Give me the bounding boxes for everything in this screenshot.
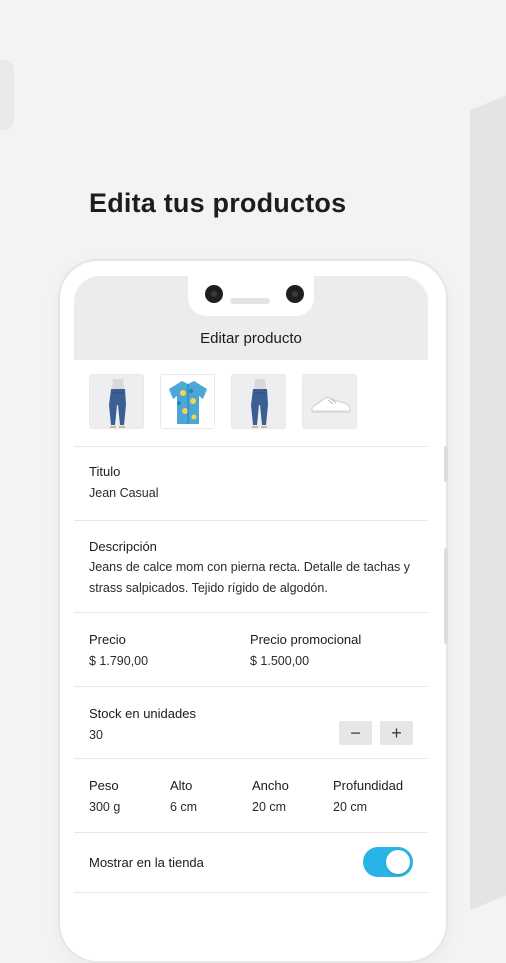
phone-notch <box>188 276 314 316</box>
jeans-photo-icon <box>90 375 143 428</box>
width-value[interactable]: 20 cm <box>252 800 286 814</box>
stock-label: Stock en unidades <box>89 706 196 721</box>
phone-volume-button <box>444 548 448 644</box>
shirt-photo-icon <box>161 375 214 428</box>
camera-icon <box>286 285 304 303</box>
stock-section: Stock en unidades 30 − + <box>74 686 428 759</box>
jeans-photo-icon <box>232 375 285 428</box>
height-label: Alto <box>170 778 193 793</box>
title-field[interactable]: Titulo Jean Casual <box>74 446 428 521</box>
height-value[interactable]: 6 cm <box>170 800 197 814</box>
product-photo-shirt[interactable] <box>160 374 215 429</box>
show-in-store-row: Mostrar en la tienda <box>74 832 428 893</box>
product-photo-jeans[interactable] <box>89 374 144 429</box>
phone-screen: Editar producto Titulo Jean Casual Descr… <box>74 276 428 916</box>
stock-increase-button[interactable]: + <box>380 721 413 745</box>
product-gallery <box>74 360 428 447</box>
app-header: Editar producto <box>74 276 428 360</box>
screen-title: Editar producto <box>200 330 302 347</box>
weight-label: Peso <box>89 778 119 793</box>
price-section: Precio $ 1.790,00 Precio promocional $ 1… <box>74 612 428 687</box>
background-shape-left <box>0 60 14 130</box>
depth-label: Profundidad <box>333 778 404 793</box>
title-value[interactable]: Jean Casual <box>89 486 159 500</box>
description-label: Descripción <box>89 539 157 554</box>
stock-value[interactable]: 30 <box>89 728 103 742</box>
product-photo-sneaker[interactable] <box>302 374 357 429</box>
show-in-store-label: Mostrar en la tienda <box>89 855 204 870</box>
promo-price-value[interactable]: $ 1.500,00 <box>250 654 309 668</box>
show-in-store-toggle[interactable] <box>363 847 413 877</box>
dimensions-section: Peso 300 g Alto 6 cm Ancho 20 cm Profund… <box>74 758 428 833</box>
stock-decrease-button[interactable]: − <box>339 721 372 745</box>
camera-icon <box>205 285 223 303</box>
background-shape <box>470 85 506 910</box>
price-value[interactable]: $ 1.790,00 <box>89 654 148 668</box>
depth-value[interactable]: 20 cm <box>333 800 367 814</box>
width-label: Ancho <box>252 778 289 793</box>
price-label: Precio <box>89 632 126 647</box>
weight-value[interactable]: 300 g <box>89 800 120 814</box>
promo-price-label: Precio promocional <box>250 632 362 647</box>
page-headline: Edita tus productos <box>89 188 347 218</box>
sneaker-photo-icon <box>303 375 356 428</box>
toggle-knob <box>386 850 410 874</box>
phone-side-button <box>444 446 448 482</box>
description-field[interactable]: Descripción Jeans de calce mom con piern… <box>74 520 428 613</box>
speaker-icon <box>230 298 270 304</box>
description-value[interactable]: Jeans de calce mom con pierna recta. Det… <box>89 557 419 599</box>
title-label: Titulo <box>89 464 121 479</box>
product-photo-jeans[interactable] <box>231 374 286 429</box>
